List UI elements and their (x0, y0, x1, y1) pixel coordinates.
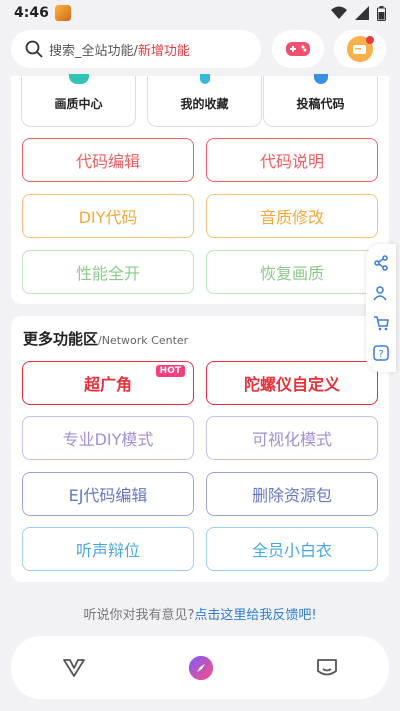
status-time: 4:46 (14, 5, 49, 21)
cart-icon[interactable] (373, 315, 389, 331)
main-functions-panel: 画质中心 我的收藏 投稿代码 代码编辑 代码说明 DIY代码 音质修改 性能全开… (11, 74, 389, 304)
diy-code-button[interactable]: DIY代码 (22, 194, 194, 238)
share-icon[interactable] (373, 255, 389, 271)
search-placeholder: 搜索_全站功能/ (49, 43, 138, 59)
card-label: 投稿代码 (296, 97, 345, 111)
card-label: 我的收藏 (180, 97, 229, 111)
card-favorites[interactable]: 我的收藏 (147, 74, 262, 127)
wide-angle-label: 超广角 (83, 375, 132, 394)
ej-code-edit-button[interactable]: EJ代码编辑 (22, 472, 194, 516)
section-subtitle: /Network Center (98, 334, 189, 347)
more-functions-panel: 更多功能区/Network Center 超广角 HOT 陀螺仪自定义 专业DI… (11, 316, 389, 582)
wide-angle-button[interactable]: 超广角 HOT (22, 361, 194, 405)
feedback-text: 听说你对我有意见? (83, 608, 195, 623)
pro-diy-button[interactable]: 专业DIY模式 (22, 416, 194, 460)
performance-button[interactable]: 性能全开 (22, 250, 194, 294)
side-toolbar: ? (366, 244, 396, 372)
message-button[interactable] (334, 30, 386, 68)
search-input[interactable]: 搜索_全站功能/新增功能 (11, 30, 261, 68)
favorites-icon (199, 74, 210, 84)
section-title: 更多功能区/Network Center (23, 328, 188, 349)
white-clothes-button[interactable]: 全员小白衣 (206, 527, 378, 571)
wifi-icon (331, 6, 347, 19)
hot-badge: HOT (155, 365, 185, 377)
sound-quality-button[interactable]: 音质修改 (206, 194, 378, 238)
quality-center-icon (68, 74, 89, 84)
visual-mode-button[interactable]: 可视化模式 (206, 416, 378, 460)
app-badge-icon (54, 5, 71, 21)
delete-resource-button[interactable]: 删除资源包 (206, 472, 378, 516)
search-icon (25, 40, 43, 58)
restore-quality-button[interactable]: 恢复画质 (206, 250, 378, 294)
notification-dot (366, 36, 374, 44)
profile-icon[interactable] (316, 657, 338, 679)
submit-code-icon (313, 74, 328, 84)
battery-icon (377, 5, 386, 21)
card-label: 画质中心 (54, 97, 103, 111)
svg-text:?: ? (378, 349, 383, 360)
gamepad-icon (286, 42, 310, 56)
sound-position-button[interactable]: 听声辩位 (22, 527, 194, 571)
card-quality-center[interactable]: 画质中心 (21, 74, 136, 127)
gyro-custom-button[interactable]: 陀螺仪自定义 (206, 361, 378, 405)
users-icon[interactable] (373, 285, 389, 301)
bottom-nav (11, 636, 389, 699)
code-explain-button[interactable]: 代码说明 (206, 138, 378, 182)
code-edit-button[interactable]: 代码编辑 (22, 138, 194, 182)
card-submit-code[interactable]: 投稿代码 (263, 74, 378, 127)
game-button[interactable] (272, 30, 324, 68)
center-compass-icon[interactable] (188, 655, 214, 681)
status-bar: 4:46 (0, 0, 400, 26)
home-v-icon[interactable] (62, 658, 86, 678)
search-highlight: 新增功能 (137, 43, 190, 59)
section-title-text: 更多功能区 (23, 330, 99, 348)
feedback-link[interactable]: 点击这里给我反馈吧! (194, 608, 316, 623)
feedback-line: 听说你对我有意见?点击这里给我反馈吧! (0, 604, 400, 623)
signal-icon (355, 6, 369, 20)
help-icon[interactable]: ? (373, 345, 389, 361)
